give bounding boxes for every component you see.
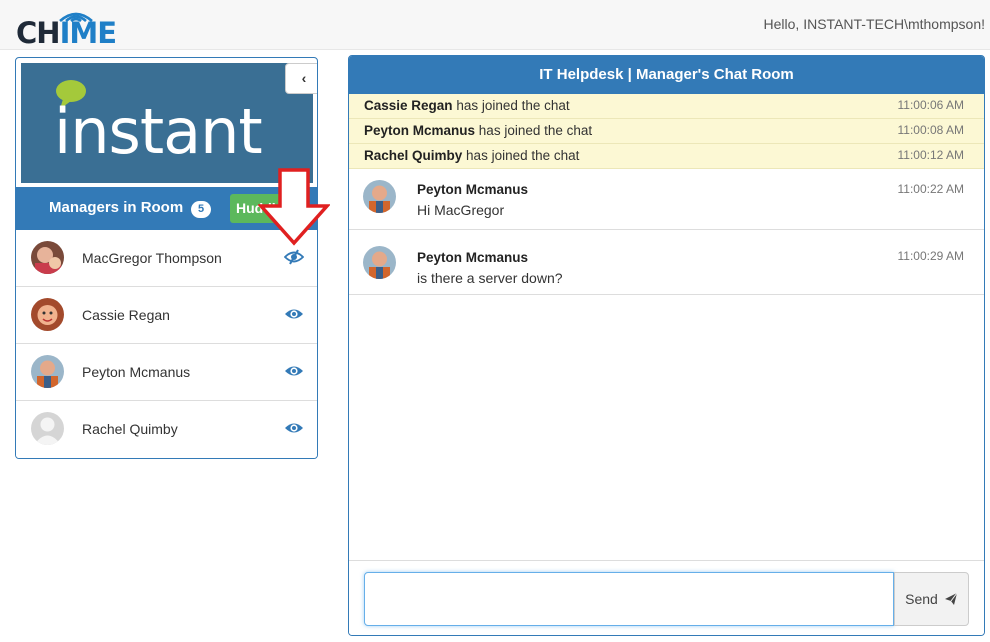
chat-message: Peyton Mcmanus Hi MacGregor 11:00:22 AM	[349, 169, 984, 230]
brand-banner: instant ‹	[21, 63, 317, 183]
system-event-row: Rachel Quimby has joined the chat 11:00:…	[349, 144, 984, 169]
message-author: Peyton Mcmanus	[417, 250, 529, 265]
manager-name: Cassie Regan	[82, 307, 170, 323]
timestamp: 11:00:22 AM	[897, 182, 965, 196]
message-author: Peyton Mcmanus	[417, 182, 529, 197]
managers-panel: instant ‹ Managers in Room 5 Huddle MacG…	[15, 57, 318, 459]
avatar	[31, 355, 64, 388]
collapse-panel-button[interactable]: ‹	[285, 63, 317, 94]
annotation-arrow-icon	[258, 168, 330, 246]
message-input[interactable]	[364, 572, 894, 626]
chevron-left-icon: ‹	[301, 70, 307, 86]
manager-row[interactable]: Peyton Mcmanus	[16, 344, 317, 401]
timestamp: 11:00:12 AM	[897, 148, 965, 162]
avatar	[31, 241, 64, 274]
manager-name: Peyton Mcmanus	[82, 364, 191, 380]
send-label: Send	[905, 591, 938, 607]
logo-wordmark: CHIME	[16, 16, 117, 50]
chat-room-title: IT Helpdesk | Manager's Chat Room	[349, 56, 984, 94]
timestamp: 11:00:29 AM	[897, 249, 965, 263]
message-text: is there a server down?	[417, 270, 563, 286]
manager-row[interactable]: Cassie Regan	[16, 287, 317, 344]
manager-row[interactable]: Rachel Quimby	[16, 401, 317, 458]
manager-name: MacGregor Thompson	[82, 250, 222, 266]
system-event-text: Peyton Mcmanus has joined the chat	[364, 123, 593, 138]
system-event-text: Cassie Regan has joined the chat	[364, 98, 570, 113]
manager-count-badge: 5	[191, 201, 211, 218]
message-composer: Send	[349, 560, 984, 635]
avatar	[363, 180, 396, 213]
chime-logo[interactable]: CHIME	[16, 6, 117, 50]
eye-icon[interactable]	[284, 420, 304, 436]
system-event-row: Peyton Mcmanus has joined the chat 11:00…	[349, 119, 984, 144]
system-event-row: Cassie Regan has joined the chat 11:00:0…	[349, 94, 984, 119]
timestamp: 11:00:06 AM	[897, 98, 965, 112]
manager-name: Rachel Quimby	[82, 421, 178, 437]
top-navbar: CHIME Hello, INSTANT-TECH\mthompson!	[0, 0, 990, 50]
chat-message: Peyton Mcmanus is there a server down? 1…	[349, 230, 984, 295]
eye-icon[interactable]	[284, 306, 304, 322]
avatar	[31, 298, 64, 331]
avatar	[363, 246, 396, 279]
brand-name: instant	[54, 95, 263, 168]
message-text: Hi MacGregor	[417, 202, 505, 218]
eye-slash-icon[interactable]	[284, 249, 304, 265]
timestamp: 11:00:08 AM	[897, 123, 965, 137]
eye-icon[interactable]	[284, 363, 304, 379]
avatar	[31, 412, 64, 445]
user-greeting[interactable]: Hello, INSTANT-TECH\mthompson!	[764, 16, 985, 32]
paper-plane-icon	[944, 592, 958, 605]
chat-panel: IT Helpdesk | Manager's Chat Room Cassie…	[348, 55, 985, 636]
send-button[interactable]: Send	[894, 572, 969, 626]
managers-title: Managers in Room	[49, 199, 184, 216]
system-event-text: Rachel Quimby has joined the chat	[364, 148, 580, 163]
